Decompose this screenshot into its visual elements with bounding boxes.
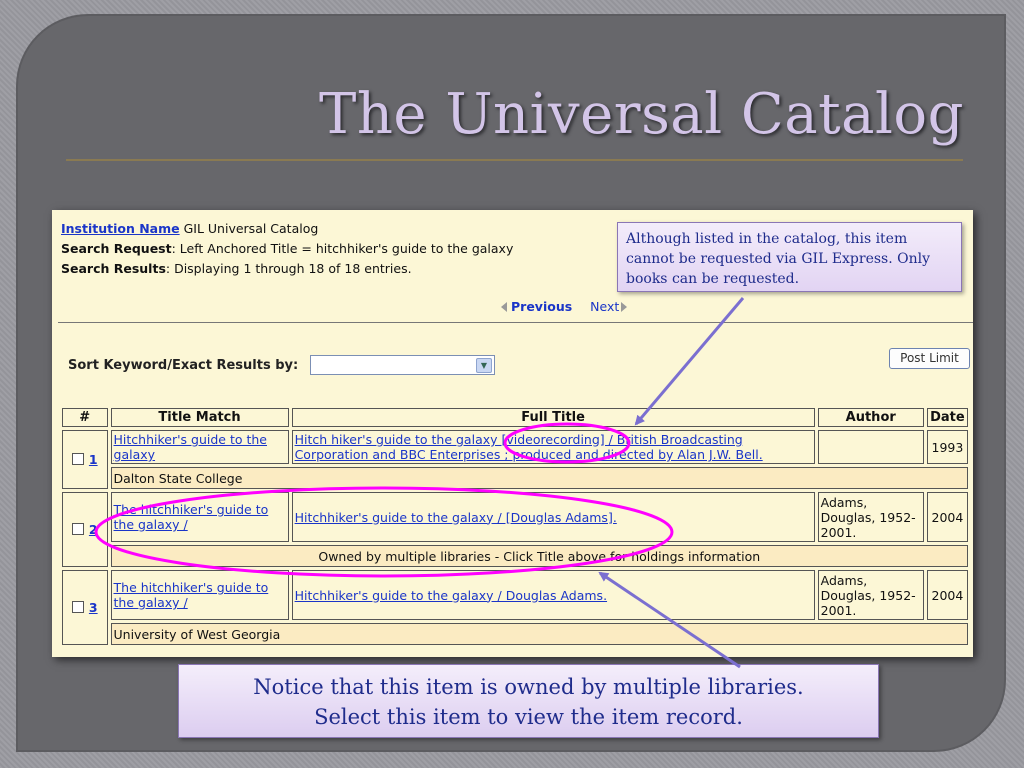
title-match-link[interactable]: Hitchhiker's guide to the galaxy: [114, 432, 267, 462]
search-request-value: : Left Anchored Title = hitchhiker's gui…: [171, 241, 514, 256]
date-cell: 1993: [926, 430, 968, 464]
holdings-cell: University of West Georgia: [110, 623, 968, 645]
author-cell: [817, 430, 924, 464]
full-title-link[interactable]: Hitch hiker's guide to the galaxy [video…: [295, 432, 763, 462]
row-checkbox[interactable]: [71, 523, 84, 535]
title-match-cell: Hitchhiker's guide to the galaxy: [110, 430, 289, 464]
row-checkbox[interactable]: [71, 601, 84, 613]
slide-title: The Universal Catalog: [318, 82, 964, 147]
previous-link[interactable]: Previous: [511, 299, 572, 314]
date-cell: 2004: [926, 570, 968, 620]
holdings-cell: Dalton State College: [110, 467, 968, 489]
institution-name-link[interactable]: Institution Name: [61, 221, 180, 236]
results-table: # Title Match Full Title Author Date 1 H…: [59, 405, 971, 648]
pager: Previous Next: [501, 299, 628, 314]
note-line-1: Notice that this item is owned by multip…: [253, 675, 804, 699]
column-header-full-title: Full Title: [291, 408, 815, 427]
date-cell: 2004: [926, 492, 968, 542]
previous-arrow-icon: [501, 302, 507, 312]
table-row: 2 The hitchhiker's guide to the galaxy /…: [62, 492, 968, 567]
holdings-row: Owned by multiple libraries - Click Titl…: [62, 545, 968, 567]
column-header-number: #: [62, 408, 108, 427]
divider: [58, 322, 973, 323]
column-header-author: Author: [817, 408, 924, 427]
callout-box: Although listed in the catalog, this ite…: [617, 222, 962, 292]
holdings-row: Dalton State College: [62, 467, 968, 489]
search-results-value: : Displaying 1 through 18 of 18 entries.: [165, 261, 412, 276]
search-request-label: Search Request: [61, 241, 172, 256]
chevron-down-icon[interactable]: ▼: [476, 358, 492, 373]
row-number-cell: 3: [62, 570, 108, 645]
full-title-link[interactable]: Hitchhiker's guide to the galaxy / Dougl…: [295, 588, 607, 603]
search-results-label: Search Results: [61, 261, 166, 276]
holdings-row: University of West Georgia: [62, 623, 968, 645]
sort-label: Sort Keyword/Exact Results by:: [68, 358, 299, 373]
record-number-link[interactable]: 1: [89, 452, 98, 467]
record-number-link[interactable]: 2: [89, 522, 98, 537]
sort-select[interactable]: ▼: [310, 355, 495, 375]
table-row: 1 Hitchhiker's guide to the galaxy Hitch…: [62, 430, 968, 489]
row-checkbox[interactable]: [71, 453, 84, 465]
post-limit-button[interactable]: Post Limit: [889, 348, 970, 369]
title-match-link[interactable]: The hitchhiker's guide to the galaxy /: [114, 502, 269, 532]
record-number-link[interactable]: 3: [89, 600, 98, 615]
column-header-title-match: Title Match: [110, 408, 289, 427]
title-divider: [66, 159, 963, 161]
table-header-row: # Title Match Full Title Author Date: [62, 408, 968, 427]
note-box: Notice that this item is owned by multip…: [178, 664, 879, 738]
full-title-cell: Hitchhiker's guide to the galaxy / [Doug…: [291, 492, 815, 542]
note-line-2: Select this item to view the item record…: [314, 705, 743, 729]
next-arrow-icon: [621, 302, 628, 312]
full-title-cell: Hitch hiker's guide to the galaxy [video…: [291, 430, 815, 464]
row-number-cell: 1: [62, 430, 108, 489]
author-cell: Adams, Douglas, 1952-2001.: [817, 492, 924, 542]
title-match-cell: The hitchhiker's guide to the galaxy /: [110, 492, 289, 542]
full-title-cell: Hitchhiker's guide to the galaxy / Dougl…: [291, 570, 815, 620]
table-row: 3 The hitchhiker's guide to the galaxy /…: [62, 570, 968, 645]
title-match-link[interactable]: The hitchhiker's guide to the galaxy /: [114, 580, 269, 610]
search-info: Institution Name GIL Universal Catalog S…: [61, 219, 513, 279]
row-number-cell: 2: [62, 492, 108, 567]
author-cell: Adams, Douglas, 1952-2001.: [817, 570, 924, 620]
holdings-cell: Owned by multiple libraries - Click Titl…: [110, 545, 968, 567]
institution-value: GIL Universal Catalog: [179, 221, 319, 236]
full-title-link[interactable]: Hitchhiker's guide to the galaxy / [Doug…: [295, 510, 617, 525]
next-link[interactable]: Next: [590, 299, 619, 314]
column-header-date: Date: [926, 408, 968, 427]
title-match-cell: The hitchhiker's guide to the galaxy /: [110, 570, 289, 620]
